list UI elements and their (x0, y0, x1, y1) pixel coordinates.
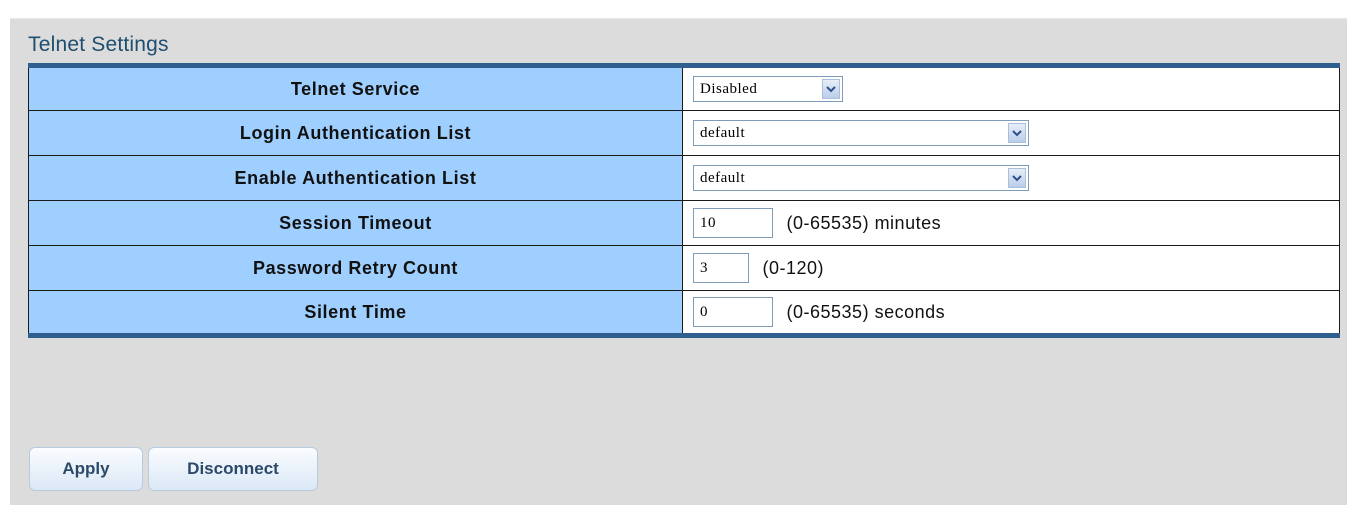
session-timeout-label: Session Timeout (28, 200, 683, 246)
silent-time-label: Silent Time (28, 290, 683, 336)
telnet-service-value: Disabled (700, 80, 758, 97)
settings-table: Telnet Service Disabled Login Authentica… (28, 63, 1340, 338)
telnet-settings-panel: Telnet Settings Telnet Service Disabled … (10, 18, 1347, 505)
telnet-service-label: Telnet Service (28, 65, 683, 111)
silent-time-cell: 0 (0-65535) seconds (682, 290, 1340, 336)
setting-row-login-auth-list: Login Authentication List default (28, 110, 1340, 156)
page-title: Telnet Settings (28, 33, 169, 56)
session-timeout-input[interactable]: 10 (693, 208, 773, 238)
telnet-service-cell: Disabled (682, 65, 1340, 111)
enable-auth-list-label: Enable Authentication List (28, 155, 683, 201)
setting-row-telnet-service: Telnet Service Disabled (28, 65, 1340, 111)
password-retry-count-range: (0-120) (762, 257, 825, 278)
setting-row-silent-time: Silent Time 0 (0-65535) seconds (28, 290, 1340, 336)
telnet-service-select[interactable]: Disabled (693, 76, 843, 102)
disconnect-button[interactable]: Disconnect (148, 447, 318, 491)
login-auth-list-cell: default (682, 110, 1340, 156)
password-retry-count-cell: 3 (0-120) (682, 245, 1340, 291)
chevron-down-icon[interactable] (822, 79, 840, 99)
chevron-down-icon[interactable] (1008, 168, 1026, 188)
silent-time-range: (0-65535) seconds (786, 301, 946, 322)
setting-row-session-timeout: Session Timeout 10 (0-65535) minutes (28, 200, 1340, 246)
enable-auth-list-cell: default (682, 155, 1340, 201)
silent-time-input[interactable]: 0 (693, 297, 773, 327)
session-timeout-range: (0-65535) minutes (786, 212, 942, 233)
login-auth-list-select[interactable]: default (693, 120, 1029, 146)
login-auth-list-label: Login Authentication List (28, 110, 683, 156)
session-timeout-cell: 10 (0-65535) minutes (682, 200, 1340, 246)
login-auth-list-value: default (700, 124, 746, 141)
password-retry-count-label: Password Retry Count (28, 245, 683, 291)
chevron-down-icon[interactable] (1008, 123, 1026, 143)
setting-row-password-retry-count: Password Retry Count 3 (0-120) (28, 245, 1340, 291)
enable-auth-list-value: default (700, 169, 746, 186)
setting-row-enable-auth-list: Enable Authentication List default (28, 155, 1340, 201)
password-retry-count-input[interactable]: 3 (693, 253, 749, 283)
apply-button[interactable]: Apply (29, 447, 143, 491)
enable-auth-list-select[interactable]: default (693, 165, 1029, 191)
